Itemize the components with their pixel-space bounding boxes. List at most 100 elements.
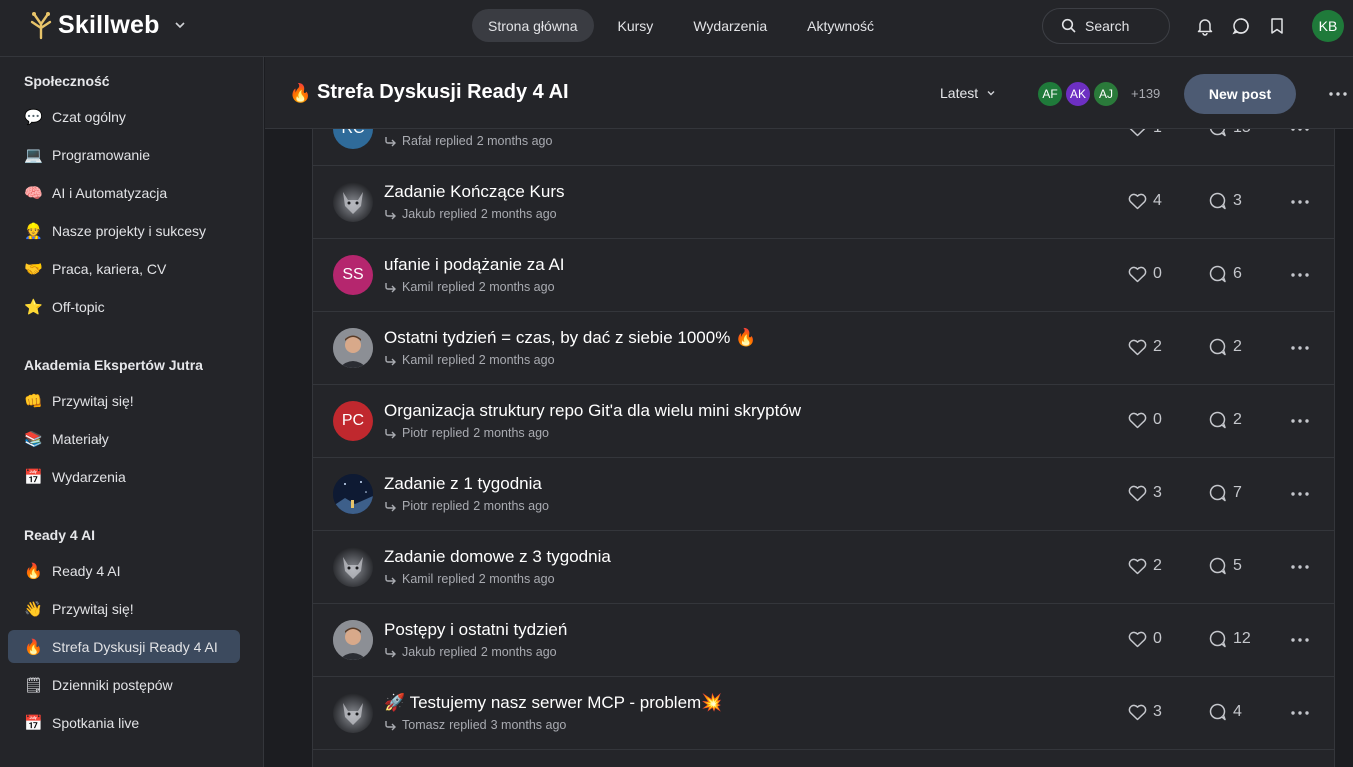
like-button[interactable]: 3 xyxy=(1128,484,1162,502)
like-button[interactable]: 1 xyxy=(1128,129,1162,137)
chevron-down-icon[interactable] xyxy=(173,18,187,32)
search-button[interactable]: Search xyxy=(1042,8,1170,44)
post-row[interactable]: RC Rafał replied2 months ago 1 15 xyxy=(313,129,1334,166)
post-row[interactable]: Postępy i ostatni tydzień Jakub replied 2 m… xyxy=(313,604,1334,677)
avatar[interactable] xyxy=(333,182,373,222)
like-button[interactable]: 0 xyxy=(1128,411,1162,429)
sort-dropdown[interactable]: Latest xyxy=(940,85,996,101)
member-avatar[interactable]: AK xyxy=(1064,80,1092,108)
post-options-button[interactable] xyxy=(1289,632,1311,648)
avatar[interactable]: SS xyxy=(333,255,373,295)
bookmark-icon[interactable] xyxy=(1267,16,1287,36)
post-meta: Kamil replied 2 months ago xyxy=(384,353,555,367)
avatar[interactable] xyxy=(333,547,373,587)
reply-user[interactable]: Kamil xyxy=(402,572,433,586)
search-icon xyxy=(1061,18,1076,33)
avatar[interactable] xyxy=(333,328,373,368)
member-count[interactable]: +139 xyxy=(1131,86,1160,101)
post-list: RCRafałreplied2 months ago115Zadanie Koń… xyxy=(312,129,1335,767)
post-options-button[interactable] xyxy=(1289,129,1311,137)
post-options-button[interactable] xyxy=(1289,486,1311,502)
like-button[interactable]: 4 xyxy=(1128,192,1162,210)
comments-button[interactable]: 6 xyxy=(1208,265,1242,283)
post-options-button[interactable] xyxy=(1289,705,1311,721)
like-count: 0 xyxy=(1153,411,1162,428)
nav-events[interactable]: Wydarzenia xyxy=(677,9,783,42)
post-title[interactable]: Zadanie domowe z 3 tygodnia xyxy=(384,547,611,567)
bell-icon[interactable] xyxy=(1195,16,1215,36)
like-button[interactable]: 0 xyxy=(1128,265,1162,283)
post-title[interactable]: 🚀 Testujemy nasz serwer MCP - problem💥 xyxy=(384,693,722,713)
avatar[interactable]: RC xyxy=(333,129,373,149)
post-title[interactable]: Postępy i ostatni tydzień xyxy=(384,620,567,640)
avatar[interactable] xyxy=(333,693,373,733)
member-avatar[interactable]: AF xyxy=(1036,80,1064,108)
nav-home[interactable]: Strona główna xyxy=(472,9,594,42)
reply-user[interactable]: Kamil xyxy=(402,353,433,367)
sidebar-item-przywitaj-sie[interactable]: 👊 Przywitaj się! xyxy=(8,384,240,417)
post-row[interactable]: Zadanie Kończące Kurs Jakub replied 2 month… xyxy=(313,166,1334,239)
sidebar-item-programowanie[interactable]: 💻 Programowanie xyxy=(8,138,240,171)
post-options-button[interactable] xyxy=(1289,559,1311,575)
reply-user[interactable]: Jakub xyxy=(402,645,435,659)
sidebar-item-ready-4-ai[interactable]: 🔥 Ready 4 AI xyxy=(8,554,240,587)
post-options-button[interactable] xyxy=(1289,194,1311,210)
like-button[interactable]: 2 xyxy=(1128,338,1162,356)
more-options-icon[interactable] xyxy=(1327,83,1349,105)
reply-user[interactable]: Piotr xyxy=(402,499,428,513)
post-title[interactable]: Ostatni tydzień = czas, by dać z siebie … xyxy=(384,328,756,348)
post-row[interactable]: PC Organizacja struktury repo Git'a dla w… xyxy=(313,385,1334,458)
reply-user[interactable]: Jakub xyxy=(402,207,435,221)
member-avatar[interactable]: AJ xyxy=(1092,80,1120,108)
sort-label: Latest xyxy=(940,85,979,101)
post-title[interactable]: ufanie i podążanie za AI xyxy=(384,255,565,275)
post-row[interactable]: SS ufanie i podążanie za AI Kamil replied 2 … xyxy=(313,239,1334,312)
like-button[interactable]: 3 xyxy=(1128,703,1162,721)
post-options-button[interactable] xyxy=(1289,413,1311,429)
sidebar-item-materialy[interactable]: 📚 Materiały xyxy=(8,422,240,455)
sidebar-item-nasze-projekty[interactable]: 👷 Nasze projekty i sukcesy xyxy=(8,214,240,247)
post-title[interactable]: Zadanie Kończące Kurs xyxy=(384,182,565,202)
avatar[interactable] xyxy=(333,620,373,660)
sidebar-item-ai-automatyzacja[interactable]: 🧠 AI i Automatyzacja xyxy=(8,176,240,209)
new-post-button[interactable]: New post xyxy=(1184,74,1296,114)
comments-button[interactable]: 7 xyxy=(1208,484,1242,502)
reply-time: 2 months ago xyxy=(480,645,557,659)
reply-user[interactable]: Piotr xyxy=(402,426,428,440)
comments-button[interactable]: 2 xyxy=(1208,338,1242,356)
reply-user[interactable]: Tomasz xyxy=(402,718,445,732)
comments-button[interactable]: 5 xyxy=(1208,557,1242,575)
sidebar-item-wydarzenia[interactable]: 📅 Wydarzenia xyxy=(8,460,240,493)
post-options-button[interactable] xyxy=(1289,340,1311,356)
post-options-button[interactable] xyxy=(1289,267,1311,283)
sidebar-item-czat-ogolny[interactable]: 💬 Czat ogólny xyxy=(8,100,240,133)
comments-button[interactable]: 2 xyxy=(1208,411,1242,429)
sidebar-item-spotkania-live[interactable]: 📅 Spotkania live xyxy=(8,706,240,739)
user-avatar[interactable]: KB xyxy=(1312,10,1344,42)
nav-activity[interactable]: Aktywność xyxy=(791,9,890,42)
chat-icon[interactable] xyxy=(1231,16,1251,36)
sidebar-item-off-topic[interactable]: ⭐ Off-topic xyxy=(8,290,240,323)
sidebar-item-przywitaj-sie-r4ai[interactable]: 👋 Przywitaj się! xyxy=(8,592,240,625)
post-title[interactable]: Zadanie z 1 tygodnia xyxy=(384,474,542,494)
like-button[interactable]: 2 xyxy=(1128,557,1162,575)
post-row[interactable]: Zadanie domowe z 3 tygodnia Kamil replied 2… xyxy=(313,531,1334,604)
nav-courses[interactable]: Kursy xyxy=(602,9,670,42)
comments-button[interactable]: 12 xyxy=(1208,630,1251,648)
post-row[interactable]: Ostatni tydzień = czas, by dać z siebie … xyxy=(313,312,1334,385)
avatar[interactable]: PC xyxy=(333,401,373,441)
post-row[interactable]: Zadanie z 1 tygodnia Piotr replied 2 months… xyxy=(313,458,1334,531)
reply-user[interactable]: Kamil xyxy=(402,280,433,294)
comments-button[interactable]: 3 xyxy=(1208,192,1242,210)
sidebar-item-dzienniki[interactable]: 🗒 Dzienniki postępów xyxy=(8,668,240,701)
post-row[interactable]: 🚀 Testujemy nasz serwer MCP - problem💥 To… xyxy=(313,677,1334,750)
avatar[interactable] xyxy=(333,474,373,514)
logo[interactable]: Skillweb xyxy=(28,10,160,40)
reply-user[interactable]: Rafał xyxy=(402,134,431,148)
comments-button[interactable]: 4 xyxy=(1208,703,1242,721)
sidebar-item-praca-kariera[interactable]: 🤝 Praca, kariera, CV xyxy=(8,252,240,285)
post-title[interactable]: Organizacja struktury repo Git'a dla wie… xyxy=(384,401,801,421)
sidebar-item-strefa-dyskusji[interactable]: 🔥 Strefa Dyskusji Ready 4 AI xyxy=(8,630,240,663)
like-button[interactable]: 0 xyxy=(1128,630,1162,648)
comments-button[interactable]: 15 xyxy=(1208,129,1251,137)
